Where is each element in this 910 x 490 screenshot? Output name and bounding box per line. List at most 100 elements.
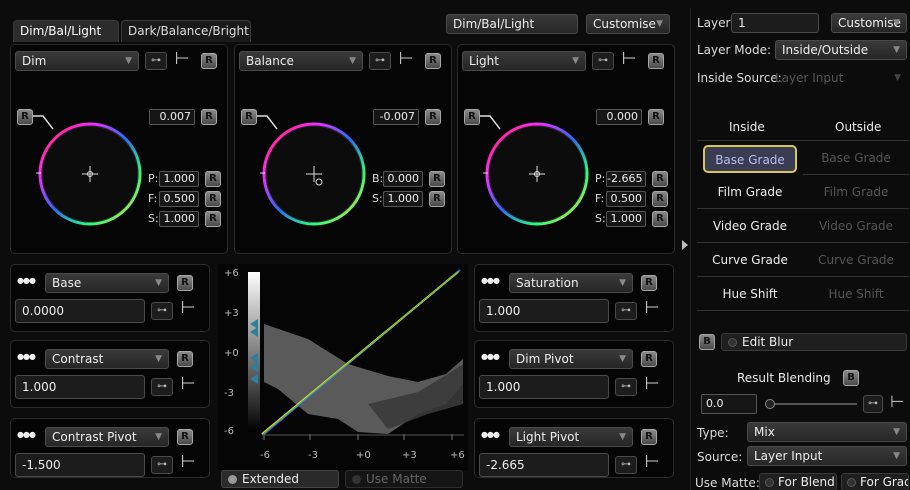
- param-dropdown[interactable]: Saturation ▼: [509, 273, 633, 293]
- key-icon[interactable]: ⊶: [615, 378, 637, 396]
- drag-handle-icon[interactable]: ●●●: [17, 352, 36, 361]
- param-reset-button[interactable]: R: [177, 275, 193, 291]
- outside-grade-video-grade[interactable]: Video Grade: [803, 209, 909, 243]
- blur-button[interactable]: B: [699, 334, 715, 350]
- key-icon[interactable]: ⊶: [615, 302, 637, 320]
- param-value-field[interactable]: 1.000: [479, 299, 609, 323]
- curve-icon[interactable]: ⊢: [179, 300, 197, 317]
- param-s-reset-button[interactable]: R: [652, 211, 668, 227]
- param-reset-button[interactable]: R: [641, 429, 657, 445]
- blend-key-icon[interactable]: ⊶: [863, 395, 883, 413]
- drag-handle-icon[interactable]: ●●●: [17, 276, 36, 285]
- inside-source-dropdown[interactable]: Layer Input ▼: [775, 68, 907, 88]
- param-value-field[interactable]: 1.000: [15, 375, 145, 399]
- wheel-reset-button[interactable]: R: [464, 109, 480, 125]
- param-p-reset-button[interactable]: R: [205, 171, 221, 187]
- curve-icon[interactable]: ⊢: [643, 300, 661, 317]
- param-f-value[interactable]: 0.500: [606, 191, 646, 207]
- key-icon[interactable]: ⊶: [592, 52, 614, 70]
- tab-dim-bal-light[interactable]: Dim/Bal/Light: [13, 20, 119, 42]
- key-icon[interactable]: ⊶: [145, 52, 167, 70]
- curve-icon[interactable]: ⊢: [179, 376, 197, 393]
- source-dropdown[interactable]: Layer Input ▼: [747, 446, 907, 466]
- extended-toggle[interactable]: Extended: [221, 470, 339, 488]
- curve-graph[interactable]: [218, 264, 468, 470]
- offset-reset-button[interactable]: R: [425, 109, 441, 125]
- for-grade-toggle[interactable]: For Grade: [841, 473, 909, 490]
- param-p-value[interactable]: 1.000: [159, 171, 199, 187]
- drag-handle-icon[interactable]: ●●●: [481, 276, 500, 285]
- wheel-offset-value[interactable]: 0.007: [149, 109, 195, 125]
- layer-mode-dropdown[interactable]: Inside/Outside ▼: [775, 40, 907, 60]
- wheel-mode-dropdown[interactable]: Dim ▼: [15, 51, 139, 71]
- inside-grade-base-grade[interactable]: Base Grade: [703, 145, 797, 173]
- inside-grade-film-grade[interactable]: Film Grade: [697, 175, 803, 209]
- reset-button[interactable]: R: [201, 53, 217, 69]
- param-value-field[interactable]: 1.000: [479, 375, 609, 399]
- offset-reset-button[interactable]: R: [648, 109, 664, 125]
- param-s-value[interactable]: 1.000: [383, 191, 423, 207]
- param-p-reset-button[interactable]: R: [652, 171, 668, 187]
- param-f-reset-button[interactable]: R: [205, 191, 221, 207]
- param-f-reset-button[interactable]: R: [652, 191, 668, 207]
- param-dropdown[interactable]: Dim Pivot ▼: [509, 349, 633, 369]
- use-matte-toggle[interactable]: Use Matte: [345, 470, 463, 488]
- wheel-mode-dropdown[interactable]: Light ▼: [462, 51, 586, 71]
- key-icon[interactable]: ⊶: [615, 456, 637, 474]
- result-blending-reset-button[interactable]: B: [843, 370, 859, 386]
- param-dropdown[interactable]: Base ▼: [45, 273, 169, 293]
- wheel-reset-button[interactable]: R: [241, 109, 257, 125]
- curve-icon[interactable]: ⊢: [397, 51, 415, 68]
- outside-grade-curve-grade[interactable]: Curve Grade: [803, 243, 909, 277]
- param-s-value[interactable]: 1.000: [606, 211, 646, 227]
- edit-blur-toggle[interactable]: Edit Blur: [721, 333, 907, 351]
- drag-handle-icon[interactable]: ●●●: [17, 430, 36, 439]
- param-s-value[interactable]: 1.000: [159, 211, 199, 227]
- blend-curve-icon[interactable]: ⊢: [887, 394, 907, 410]
- inside-grade-hue-shift[interactable]: Hue Shift: [697, 277, 803, 311]
- curve-icon[interactable]: ⊢: [179, 454, 197, 471]
- drag-handle-icon[interactable]: ●●●: [481, 430, 500, 439]
- drag-handle-icon[interactable]: ●●●: [481, 352, 500, 361]
- outside-grade-hue-shift[interactable]: Hue Shift: [803, 277, 909, 311]
- preset-dropdown[interactable]: Dim/Bal/Light: [446, 14, 578, 34]
- blend-slider-track[interactable]: [767, 403, 857, 405]
- param-dropdown[interactable]: Light Pivot ▼: [509, 427, 633, 447]
- param-s-reset-button[interactable]: R: [429, 191, 445, 207]
- inside-grade-video-grade[interactable]: Video Grade: [697, 209, 803, 243]
- outside-grade-base-grade[interactable]: Base Grade: [803, 141, 909, 175]
- param-dropdown[interactable]: Contrast ▼: [45, 349, 169, 369]
- curve-icon[interactable]: ⊢: [620, 51, 638, 68]
- curve-icon[interactable]: ⊢: [643, 376, 661, 393]
- customise-dropdown[interactable]: Customise ▼: [586, 14, 670, 34]
- blend-value-field[interactable]: 0.0: [701, 394, 757, 414]
- sidebar-customise-dropdown[interactable]: Customise ▼: [831, 13, 907, 33]
- param-s-reset-button[interactable]: R: [205, 211, 221, 227]
- wheel-reset-button[interactable]: R: [17, 109, 33, 125]
- tab-dark-balance-bright[interactable]: Dark/Balance/Bright: [121, 20, 251, 42]
- param-reset-button[interactable]: R: [641, 351, 657, 367]
- param-reset-button[interactable]: R: [641, 275, 657, 291]
- key-icon[interactable]: ⊶: [369, 52, 391, 70]
- key-icon[interactable]: ⊶: [151, 302, 173, 320]
- color-wheel[interactable]: [35, 119, 145, 229]
- reset-button[interactable]: R: [648, 53, 664, 69]
- outside-grade-film-grade[interactable]: Film Grade: [803, 175, 909, 209]
- curve-icon[interactable]: ⊢: [643, 454, 661, 471]
- param-b-value[interactable]: 0.000: [383, 171, 423, 187]
- wheel-offset-value[interactable]: -0.007: [373, 109, 419, 125]
- param-value-field[interactable]: -1.500: [15, 453, 145, 477]
- color-wheel[interactable]: [482, 119, 592, 229]
- key-icon[interactable]: ⊶: [151, 456, 173, 474]
- key-icon[interactable]: ⊶: [151, 378, 173, 396]
- param-dropdown[interactable]: Contrast Pivot ▼: [45, 427, 169, 447]
- collapse-arrow-icon[interactable]: [682, 240, 688, 250]
- curve-icon[interactable]: ⊢: [173, 51, 191, 68]
- blend-slider-handle[interactable]: [765, 399, 775, 409]
- inside-grade-curve-grade[interactable]: Curve Grade: [697, 243, 803, 277]
- for-blend-toggle[interactable]: For Blend: [759, 473, 837, 490]
- param-value-field[interactable]: 0.0000: [15, 299, 145, 323]
- layer-field[interactable]: 1: [731, 13, 819, 33]
- param-reset-button[interactable]: R: [177, 351, 193, 367]
- reset-button[interactable]: R: [425, 53, 441, 69]
